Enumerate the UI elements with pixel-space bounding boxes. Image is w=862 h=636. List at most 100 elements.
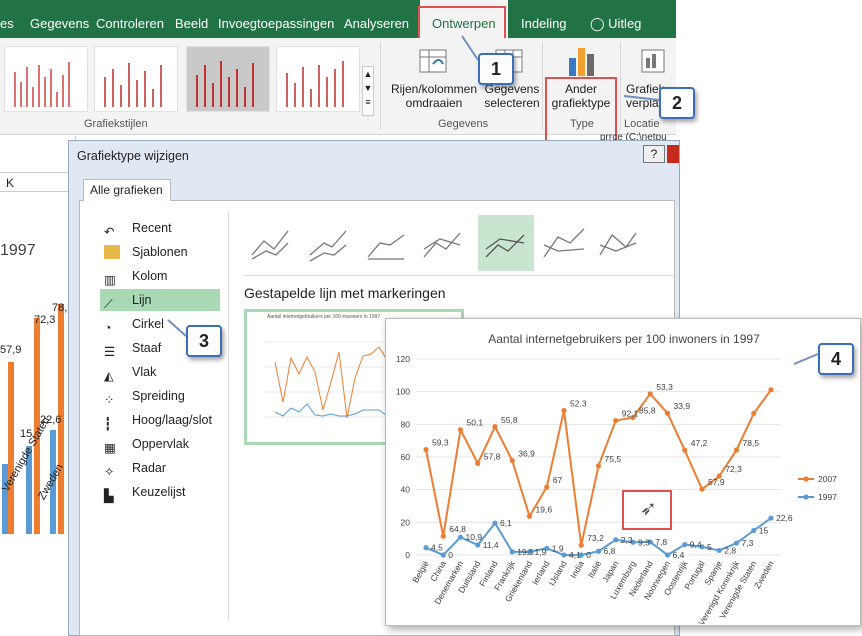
data-label-1997: 4,1 <box>569 550 581 560</box>
column-chart-icon: ▥ <box>104 273 116 287</box>
data-label-1997: 15 <box>759 526 769 536</box>
data-label-1997: 11,4 <box>483 540 499 550</box>
y-tick-label: 20 <box>401 517 411 527</box>
chart-style-2[interactable] <box>94 46 178 112</box>
category-sjablonen[interactable]: Sjablonen <box>100 241 220 263</box>
y-tick-label: 60 <box>401 452 411 462</box>
legend-marker <box>803 476 809 482</box>
data-label-1997: 0 <box>448 550 453 560</box>
tab-alle-grafieken[interactable]: Alle grafieken <box>83 179 171 201</box>
data-label-2007: 55,8 <box>501 415 518 425</box>
y-tick-label: 80 <box>401 419 411 429</box>
data-point-2007 <box>768 387 774 393</box>
pie-chart-icon: ◔ <box>104 321 112 335</box>
data-point-2007 <box>595 463 602 469</box>
undo-icon: ↶ <box>104 225 115 239</box>
data-label-2007: 53,3 <box>656 382 673 392</box>
column-header-k: K <box>0 172 76 192</box>
data-point-1997 <box>492 520 498 526</box>
tab-analyseren[interactable]: Analyseren <box>344 0 409 38</box>
data-label-1997: 9,4 <box>690 540 702 550</box>
data-label-2007: 33,9 <box>674 401 691 411</box>
gallery-scroll[interactable]: ▲ ▼ ≡ <box>362 66 374 116</box>
data-label-1997: 10,9 <box>466 532 483 542</box>
callout-3: 3 <box>186 325 222 357</box>
tab-gegevens[interactable]: Gegevens <box>30 0 89 38</box>
switch-row-column-button[interactable]: Rijen/kolommen omdraaien <box>388 82 480 110</box>
line-subtype-icons[interactable] <box>244 215 674 273</box>
line-chart: Aantal internetgebruikers per 100 inwone… <box>396 332 837 627</box>
category-lijn[interactable]: ⟋ Lijn <box>100 289 220 311</box>
sheet-chart-year: 1997 <box>0 242 36 259</box>
data-point-2007 <box>492 424 498 430</box>
data-label-2007: 57,8 <box>484 451 501 461</box>
radar-chart-icon: ✧ <box>104 465 115 479</box>
data-point-2007 <box>561 407 567 414</box>
help-button[interactable]: ? <box>643 145 665 163</box>
tab-uitleg[interactable]: ◯ Uitleg <box>590 0 641 38</box>
data-label-2007: 50,1 <box>467 418 484 428</box>
combo-chart-icon: ▙ <box>104 489 114 503</box>
group-grafiekstijlen: Grafiekstijlen <box>84 118 148 130</box>
category-keuzelijst[interactable]: ▙ Keuzelijst <box>100 481 220 503</box>
data-label-1997: 7,3 <box>742 538 754 548</box>
category-spreiding[interactable]: ⁘ Spreiding <box>100 385 220 407</box>
switch-row-column-icon <box>418 46 448 76</box>
group-locatie: Locatie <box>624 118 660 130</box>
data-label-2007: 47,2 <box>691 438 708 448</box>
data-label-2007: 67 <box>553 475 563 485</box>
chart-style-3[interactable] <box>186 46 270 112</box>
data-point-2007 <box>647 391 653 397</box>
category-recent[interactable]: ↶ Recent <box>100 217 220 239</box>
tab-indeling[interactable]: Indeling <box>521 0 567 38</box>
folder-icon <box>104 245 120 259</box>
callout-2: 2 <box>659 87 695 119</box>
x-tick-label: België <box>410 559 431 585</box>
data-label-2007: 75,5 <box>605 454 622 464</box>
data-label-2007: 52,3 <box>570 398 587 408</box>
data-point-1997 <box>613 537 619 543</box>
chart-title: Aantal internetgebruikers per 100 inwone… <box>488 332 760 346</box>
chart-style-4[interactable] <box>276 46 360 112</box>
tab-fragment[interactable]: es <box>0 0 14 38</box>
line-chart-icon: ⟋ <box>104 297 113 311</box>
data-label-1997: 5 <box>707 542 712 552</box>
callout-1: 1 <box>478 53 514 85</box>
y-tick-label: 120 <box>396 354 410 364</box>
data-point-1997 <box>751 527 757 534</box>
data-point-1997 <box>440 552 446 558</box>
scatter-chart-icon: ⁘ <box>104 393 115 407</box>
data-label-1997: 6,8 <box>604 546 616 556</box>
category-radar[interactable]: ✧ Radar <box>100 457 220 479</box>
data-label-1997: 1,9 <box>535 547 547 557</box>
y-tick-label: 40 <box>401 485 411 495</box>
data-point-2007 <box>509 457 515 464</box>
data-point-1997 <box>475 542 481 548</box>
data-point-2007 <box>699 486 705 492</box>
sheet-bar-chart <box>2 304 64 534</box>
chart-style-1[interactable] <box>4 46 88 112</box>
data-label-2007: 57,9 <box>708 477 725 487</box>
category-vlak[interactable]: ◭ Vlak <box>100 361 220 383</box>
data-label-2007: 78,5 <box>743 438 760 448</box>
close-button[interactable] <box>667 145 679 163</box>
data-label-2007: 59,3 <box>432 438 449 448</box>
category-kolom[interactable]: ▥ Kolom <box>100 265 220 287</box>
data-label-1997: 22,6 <box>776 513 793 523</box>
data-label-1997: 0 <box>586 550 591 560</box>
category-hoog-laag-slot[interactable]: ┇ Hoog/laag/slot <box>100 409 220 431</box>
tab-controleren[interactable]: Controleren <box>96 0 164 38</box>
data-point-1997 <box>423 545 429 551</box>
tab-invoegtoepassingen[interactable]: Invoegtoepassingen <box>218 0 334 38</box>
sheet-value: 57,9 <box>0 344 22 356</box>
callout-4: 4 <box>818 343 854 375</box>
data-label-1997: 6,1 <box>500 518 512 528</box>
data-label-2007: 72,3 <box>725 464 742 474</box>
data-point-2007 <box>682 447 688 453</box>
data-point-2007 <box>578 542 584 548</box>
data-point-2007 <box>475 460 481 466</box>
select-data-button[interactable]: Gegevens selecteren <box>482 82 542 110</box>
tab-beeld[interactable]: Beeld <box>175 0 208 38</box>
data-label-1997: 1,9 <box>552 543 564 553</box>
category-oppervlak[interactable]: ▦ Oppervlak <box>100 433 220 455</box>
